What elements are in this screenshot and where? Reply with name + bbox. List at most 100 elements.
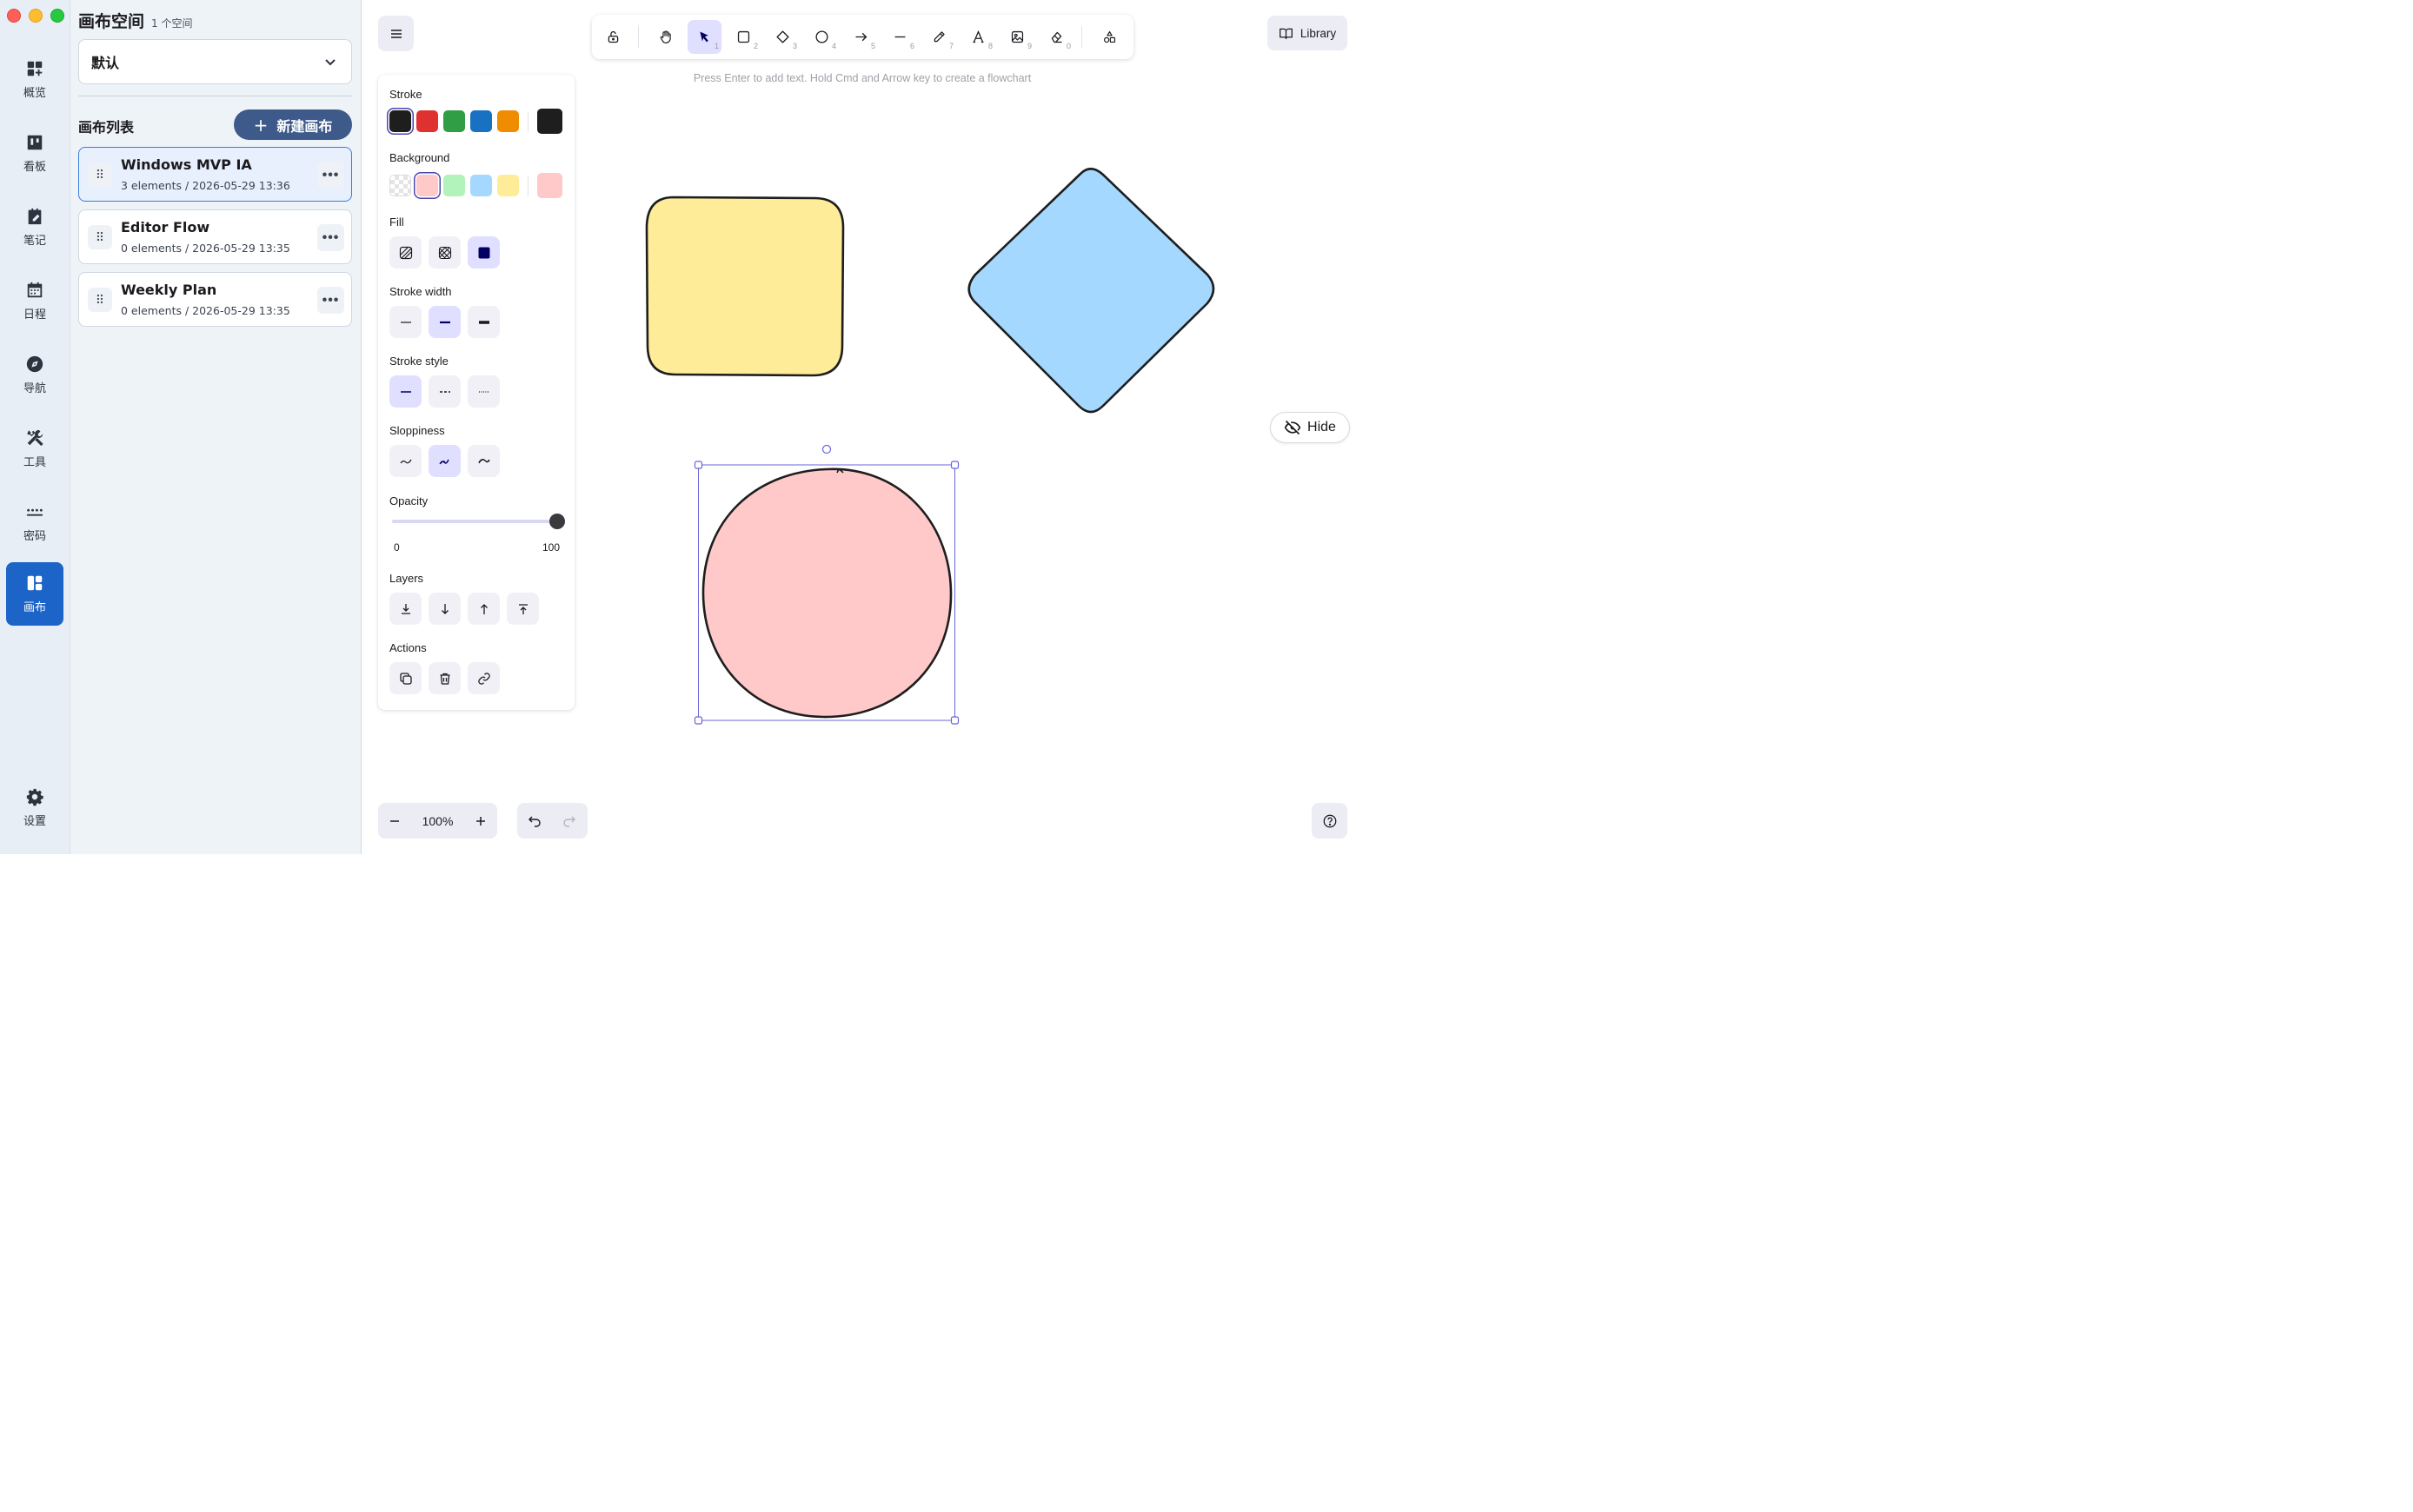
new-canvas-label: 新建画布 bbox=[276, 117, 333, 135]
duplicate-button[interactable] bbox=[389, 662, 422, 694]
background-color-swatch[interactable] bbox=[470, 175, 492, 196]
opacity-slider[interactable] bbox=[392, 520, 557, 523]
text-tool-button[interactable]: 8 bbox=[961, 20, 995, 54]
line-tool-button[interactable]: 6 bbox=[883, 20, 917, 54]
drag-handle-icon[interactable]: ⠿ bbox=[88, 225, 112, 249]
space-select[interactable]: 默认 bbox=[78, 39, 352, 84]
rail-item-canvas[interactable]: 画布 bbox=[6, 562, 63, 626]
stroke-width-extra-bold-button[interactable] bbox=[468, 306, 500, 338]
stroke-width-bold-button[interactable] bbox=[429, 306, 461, 338]
selection-tool-button[interactable]: 1 bbox=[688, 20, 721, 54]
toolbar-separator bbox=[638, 26, 639, 48]
stroke-color-swatch[interactable] bbox=[416, 110, 438, 132]
rail-item-password[interactable]: 密码 bbox=[6, 491, 63, 554]
shortcut-key: 1 bbox=[714, 42, 719, 50]
link-button[interactable] bbox=[468, 662, 500, 694]
rail-item-tools[interactable]: 工具 bbox=[6, 417, 63, 481]
new-canvas-button[interactable]: + 新建画布 bbox=[234, 109, 352, 140]
fill-hachure-button[interactable] bbox=[389, 236, 422, 269]
background-color-swatch[interactable] bbox=[389, 175, 411, 196]
undo-button[interactable] bbox=[517, 803, 552, 839]
draw-tool-button[interactable]: 7 bbox=[922, 20, 956, 54]
rail-item-notes[interactable]: 笔记 bbox=[6, 196, 63, 259]
zoom-out-button[interactable] bbox=[378, 803, 411, 839]
diamond-shape[interactable] bbox=[967, 167, 1215, 414]
stroke-color-swatch[interactable] bbox=[389, 110, 411, 132]
sloppiness-artist-button[interactable] bbox=[429, 445, 461, 477]
rectangle-tool-button[interactable]: 2 bbox=[727, 20, 761, 54]
extra-tools-button[interactable] bbox=[1093, 20, 1127, 54]
send-to-back-button[interactable] bbox=[389, 593, 422, 625]
more-icon[interactable]: ••• bbox=[317, 224, 344, 251]
canvas-meta: 0 elements / 2026-05-29 13:35 bbox=[121, 242, 290, 255]
plus-icon bbox=[476, 816, 485, 826]
rail-item-settings[interactable]: 设置 bbox=[6, 776, 63, 839]
stroke-color-swatch[interactable] bbox=[497, 110, 519, 132]
lock-tool-button[interactable] bbox=[596, 20, 630, 54]
opacity-slider-thumb[interactable] bbox=[549, 514, 565, 529]
hide-button[interactable]: Hide bbox=[1270, 412, 1350, 443]
rectangle-icon bbox=[737, 30, 750, 43]
rail-item-schedule[interactable]: 日程 bbox=[6, 269, 63, 333]
zoom-level[interactable]: 100% bbox=[411, 814, 464, 828]
rotate-handle bbox=[821, 444, 832, 454]
more-icon[interactable]: ••• bbox=[317, 287, 344, 314]
notes-icon bbox=[28, 208, 42, 225]
drag-handle-icon[interactable]: ⠿ bbox=[88, 162, 112, 187]
rail-item-navigation[interactable]: 导航 bbox=[6, 343, 63, 407]
background-color-swatch[interactable] bbox=[497, 175, 519, 196]
drag-handle-icon[interactable]: ⠿ bbox=[88, 288, 112, 312]
zoom-in-button[interactable] bbox=[464, 803, 497, 839]
rail-item-overview[interactable]: 概览 bbox=[6, 48, 63, 111]
background-color-swatch[interactable] bbox=[416, 175, 438, 196]
stroke-style-dotted-button[interactable] bbox=[468, 375, 500, 408]
rectangle-shape[interactable] bbox=[645, 196, 845, 377]
hand-tool-button[interactable] bbox=[648, 20, 682, 54]
fill-solid-button[interactable] bbox=[468, 236, 500, 269]
stroke-style-dashed-button[interactable] bbox=[429, 375, 461, 408]
canvas-list-item[interactable]: ⠿ Weekly Plan 0 elements / 2026-05-29 13… bbox=[78, 272, 352, 327]
minimize-window-button[interactable] bbox=[29, 9, 43, 23]
hachure-icon bbox=[399, 246, 412, 259]
library-button[interactable]: Library bbox=[1267, 16, 1347, 50]
rail-item-label: 导航 bbox=[23, 382, 46, 395]
thin-line-icon bbox=[400, 321, 411, 323]
send-backward-button[interactable] bbox=[429, 593, 461, 625]
more-icon[interactable]: ••• bbox=[317, 162, 344, 189]
canvas-meta: 0 elements / 2026-05-29 13:35 bbox=[121, 304, 290, 317]
redo-button[interactable] bbox=[552, 803, 587, 839]
main-menu-button[interactable] bbox=[378, 16, 414, 51]
sloppiness-cartoonist-button[interactable] bbox=[468, 445, 500, 477]
sloppiness-architect-button[interactable] bbox=[389, 445, 422, 477]
stroke-style-solid-button[interactable] bbox=[389, 375, 422, 408]
help-button[interactable] bbox=[1312, 803, 1347, 839]
opacity-min: 0 bbox=[394, 541, 400, 554]
drawing-canvas[interactable]: 1 2 3 4 5 6 7 8 9 0 Press Enter to add t… bbox=[362, 0, 1363, 854]
fill-cross-hatch-button[interactable] bbox=[429, 236, 461, 269]
stroke-color-swatch[interactable] bbox=[470, 110, 492, 132]
bring-forward-button[interactable] bbox=[468, 593, 500, 625]
hand-icon bbox=[660, 30, 671, 43]
current-stroke-color[interactable] bbox=[537, 109, 562, 134]
current-background-color[interactable] bbox=[537, 173, 562, 198]
maximize-window-button[interactable] bbox=[50, 9, 64, 23]
image-tool-button[interactable]: 9 bbox=[1000, 20, 1034, 54]
stroke-color-swatch[interactable] bbox=[443, 110, 465, 132]
diamond-tool-button[interactable]: 3 bbox=[766, 20, 800, 54]
delete-button[interactable] bbox=[429, 662, 461, 694]
redo-icon bbox=[563, 816, 575, 827]
canvas-list-item[interactable]: ⠿ Windows MVP IA 3 elements / 2026-05-29… bbox=[78, 147, 352, 202]
rail-item-kanban[interactable]: 看板 bbox=[6, 122, 63, 185]
canvas-list-item[interactable]: ⠿ Editor Flow 0 elements / 2026-05-29 13… bbox=[78, 209, 352, 264]
ellipse-tool-button[interactable]: 4 bbox=[805, 20, 839, 54]
actions-label: Actions bbox=[389, 641, 427, 654]
close-window-button[interactable] bbox=[7, 9, 21, 23]
bring-to-front-button[interactable] bbox=[507, 593, 539, 625]
ellipse-icon bbox=[815, 30, 828, 43]
stroke-width-thin-button[interactable] bbox=[389, 306, 422, 338]
pencil-icon bbox=[934, 31, 945, 43]
eraser-tool-button[interactable]: 0 bbox=[1040, 20, 1074, 54]
arrow-tool-button[interactable]: 5 bbox=[844, 20, 878, 54]
ellipse-shape[interactable] bbox=[701, 468, 953, 719]
background-color-swatch[interactable] bbox=[443, 175, 465, 196]
